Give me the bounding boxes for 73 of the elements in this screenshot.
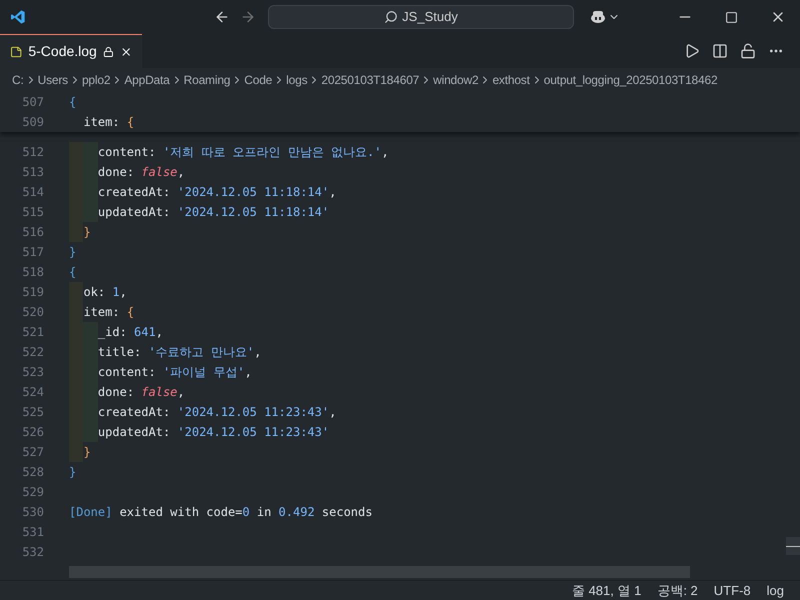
code-line: } [69, 244, 76, 261]
line-number: 519 [21, 284, 44, 301]
line-number: 514 [21, 184, 44, 201]
breadcrumb-item[interactable]: Code [244, 71, 272, 89]
line-number: 515 [21, 204, 44, 221]
run-icon[interactable] [684, 43, 700, 59]
line-number: 518 [21, 264, 44, 281]
line-number: 531 [21, 524, 44, 541]
line-number: 512 [21, 144, 44, 161]
code-line: } [83, 444, 91, 461]
status-item[interactable]: 공백: 2 [657, 580, 698, 600]
app-logo-icon [10, 9, 26, 25]
line-number: 528 [21, 464, 44, 481]
line-number: 532 [21, 544, 44, 561]
split-editor-icon[interactable] [712, 43, 728, 59]
line-number: 521 [21, 324, 44, 341]
status-item[interactable]: UTF-8 [714, 580, 751, 600]
breadcrumb-item[interactable]: AppData [124, 71, 170, 89]
code-line: item: { [83, 114, 134, 131]
search-text: JS_Study [402, 8, 458, 26]
code-line: ok: 1, [83, 284, 127, 301]
code-line: updatedAt: '2024.12.05 11:18:14' [98, 204, 330, 221]
scrollbar-thumb[interactable] [786, 537, 800, 555]
lock-icon [102, 44, 114, 58]
code-line: _id: 641, [98, 324, 163, 341]
line-number: 529 [21, 484, 44, 501]
back-icon[interactable] [214, 9, 230, 25]
code-line: content: '파이널 무섭', [98, 364, 252, 381]
code-line: { [69, 264, 76, 281]
breadcrumb-item[interactable]: 20250103T184607 [321, 71, 420, 89]
status-item[interactable]: 줄 481, 열 1 [572, 580, 642, 600]
maximize-icon[interactable] [725, 10, 738, 24]
breadcrumb-item[interactable]: Users [38, 71, 68, 89]
code-line: [Done] exited with code=0 in 0.492 seconds [69, 504, 372, 521]
code-line: } [83, 224, 91, 241]
line-number: 520 [21, 304, 44, 321]
code-line: createdAt: '2024.12.05 11:18:14', [98, 184, 336, 201]
code-line: title: '수료하고 만나요', [98, 344, 262, 361]
breadcrumb-item[interactable]: logs [286, 71, 308, 89]
code-line: } [69, 464, 76, 481]
breadcrumb-item[interactable]: exthost [492, 71, 530, 89]
unlock-icon[interactable] [740, 43, 756, 59]
line-number: 522 [21, 344, 44, 361]
code-line: item: { [83, 304, 134, 321]
breadcrumb-item[interactable]: pplo2 [82, 71, 110, 89]
search-icon [384, 10, 398, 24]
status-item[interactable]: log [766, 580, 784, 600]
line-number: 507 [21, 94, 44, 111]
line-number: 524 [21, 384, 44, 401]
line-number: 527 [21, 444, 44, 461]
code-line: { [69, 94, 76, 111]
line-number: 525 [21, 404, 44, 421]
forward-icon[interactable] [240, 9, 256, 25]
breadcrumb-item[interactable]: Roaming [184, 71, 230, 89]
search-field[interactable]: JS_Study [268, 5, 574, 29]
line-number: 517 [21, 244, 44, 261]
breadcrumb-item[interactable]: window2 [433, 71, 478, 89]
line-number: 509 [21, 114, 44, 131]
line-number: 516 [21, 224, 44, 241]
line-number: 523 [21, 364, 44, 381]
line-number: 530 [21, 504, 44, 521]
breadcrumb-item[interactable]: C: [12, 71, 24, 89]
breadcrumb-item[interactable]: output_logging_20250103T18462 [544, 71, 718, 89]
line-number: 513 [21, 164, 44, 181]
line-number: 526 [21, 424, 44, 441]
robot-icon[interactable] [590, 9, 606, 25]
code-line: updatedAt: '2024.12.05 11:23:43' [98, 424, 330, 441]
code-line: done: false, [98, 384, 185, 401]
tab-label: 5-Code.log [28, 42, 97, 61]
code-line: content: '저희 따로 오프라인 만남은 없나요.', [98, 144, 389, 161]
code-line: createdAt: '2024.12.05 11:23:43', [98, 404, 336, 421]
editor-tab[interactable]: 5-Code.log [0, 34, 142, 68]
code-line: done: false, [98, 164, 185, 181]
